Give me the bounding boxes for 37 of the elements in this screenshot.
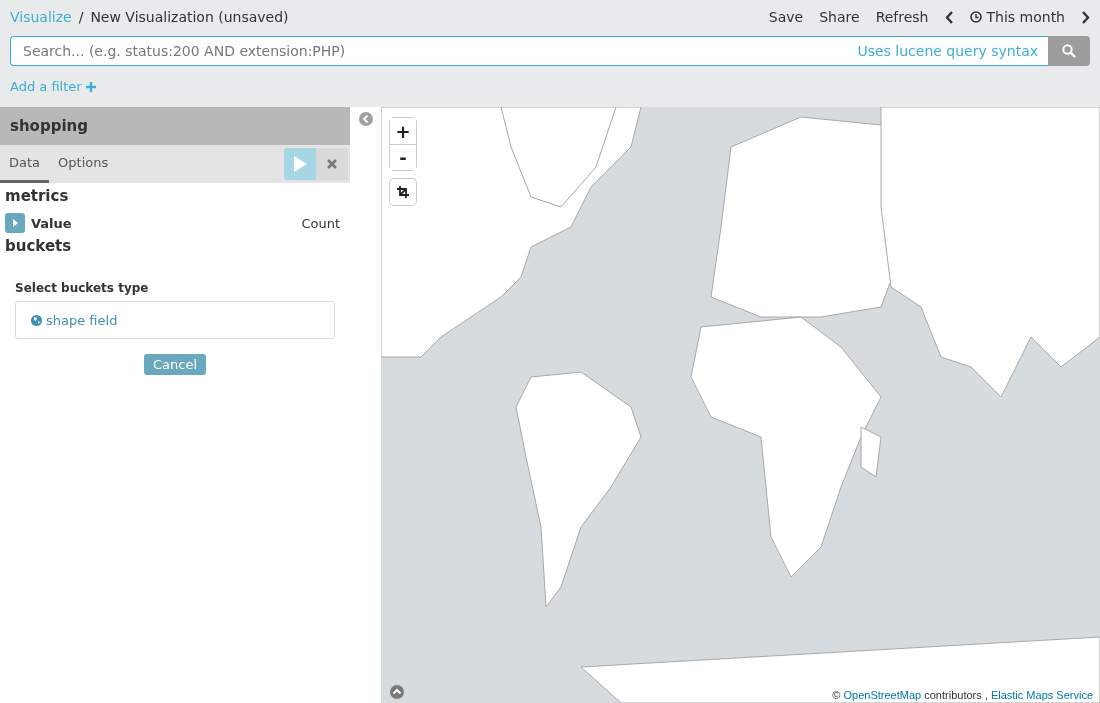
play-icon	[293, 156, 307, 172]
chevron-up-circle-icon	[390, 685, 404, 699]
page-title: New Visualization (unsaved)	[90, 9, 289, 25]
chevron-right-icon[interactable]	[1081, 10, 1090, 24]
breadcrumb-separator: /	[78, 9, 84, 25]
section-heading: buckets	[5, 237, 73, 255]
nav-button[interactable]: Share	[819, 9, 860, 25]
caret-icon	[12, 219, 18, 227]
crop-icon	[397, 186, 409, 198]
time-picker[interactable]: This month	[969, 9, 1065, 25]
globe-icon	[31, 314, 42, 326]
clock-icon	[969, 11, 982, 23]
metric-type: Count	[301, 215, 340, 231]
plus-icon	[85, 81, 96, 92]
metric-label: Value	[31, 215, 73, 231]
tab[interactable]: Options	[49, 145, 118, 183]
zoom-out-button[interactable]: -	[390, 144, 416, 170]
discard-button[interactable]	[316, 148, 348, 180]
close-icon	[327, 159, 337, 169]
expand-button[interactable]	[390, 685, 404, 699]
search-button[interactable]	[1048, 36, 1090, 66]
panel-title: shopping	[0, 107, 350, 145]
tab[interactable]: Data	[0, 145, 50, 183]
field-label: Select buckets type	[15, 281, 150, 295]
bucket-type-option[interactable]: shape field	[15, 301, 335, 339]
nav-button[interactable]: Refresh	[875, 9, 929, 25]
chevron-left-icon[interactable]	[944, 10, 954, 24]
nav-button[interactable]: Save	[768, 9, 804, 25]
section-heading: metrics	[5, 187, 70, 205]
crop-button[interactable]	[390, 179, 416, 205]
expand-toggle[interactable]	[5, 213, 25, 233]
map-attribution: © OpenStreetMap contributors , Elastic Maps Service	[830, 689, 1095, 701]
search-icon	[1062, 44, 1076, 58]
attribution-link[interactable]: Elastic Maps Service	[990, 689, 1093, 701]
attribution-link[interactable]: OpenStreetMap	[843, 689, 922, 701]
chevron-left-circle-icon	[358, 112, 373, 126]
collapse-button[interactable]	[358, 112, 373, 126]
